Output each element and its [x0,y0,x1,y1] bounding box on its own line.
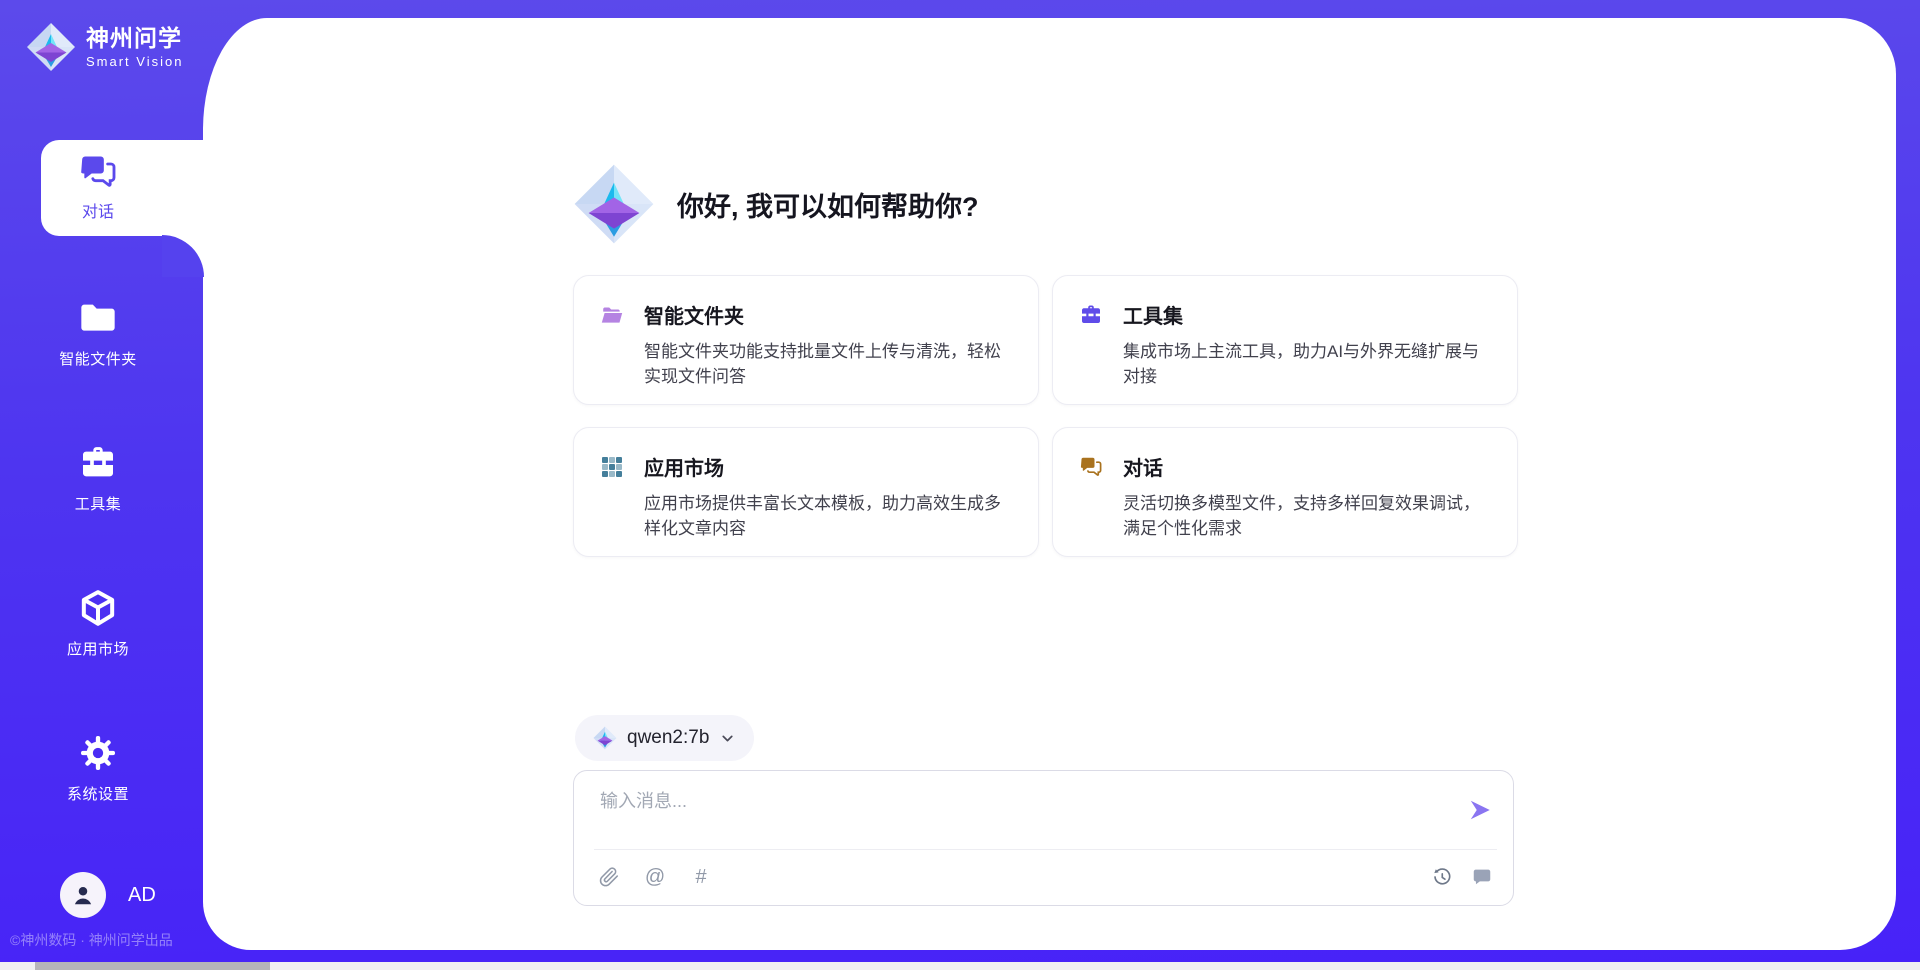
message-composer: @ # [573,770,1514,906]
person-icon [68,880,98,910]
send-icon [1467,797,1493,823]
card-title: 应用市场 [644,452,724,481]
hashtag-button[interactable]: # [690,866,712,888]
sidebar-item-toolset[interactable]: 工具集 [18,443,178,514]
chat-bubbles-icon [78,152,118,192]
history-button[interactable] [1431,866,1453,888]
user-account[interactable]: AD [60,872,156,918]
assistant-logo-icon [573,163,655,245]
brand-logo-icon [26,22,76,72]
sidebar-item-label: 工具集 [18,493,178,514]
feature-cards: 智能文件夹 智能文件夹功能支持批量文件上传与清洗，轻松实现文件问答 工具集 集成… [573,275,1518,557]
avatar [60,872,106,918]
attach-file-button[interactable] [598,866,620,888]
card-title: 工具集 [1123,300,1183,329]
greeting: 你好, 我可以如何帮助你? [573,163,979,245]
conversation-button[interactable] [1471,866,1493,888]
brand: 神州问学 Smart Vision [26,22,183,72]
card-chat[interactable]: 对话 灵活切换多模型文件，支持多样回复效果调试，满足个性化需求 [1052,427,1518,557]
tab-fillet [162,235,204,277]
folder-icon [78,298,118,338]
composer-actions: @ # [598,848,1493,905]
user-name: AD [128,884,156,907]
sidebar-item-smart-folder[interactable]: 智能文件夹 [18,298,178,369]
card-toolset[interactable]: 工具集 集成市场上主流工具，助力AI与外界无缝扩展与对接 [1052,275,1518,405]
history-icon [1431,866,1453,888]
app-shell: 神州问学 Smart Vision 你好, 我可以如何帮助你? 智能文件夹 智能… [0,0,1920,970]
mention-button[interactable]: @ [644,866,666,888]
sidebar-item-label: 智能文件夹 [18,348,178,369]
brand-name: 神州问学 [86,25,183,51]
horizontal-scrollbar[interactable] [0,962,1920,970]
greeting-title: 你好, 我可以如何帮助你? [677,185,979,224]
card-description: 集成市场上主流工具，助力AI与外界无缝扩展与对接 [1123,340,1491,389]
copyright-footer: ©神州数码 · 神州问学出品 [10,930,230,950]
scrollbar-thumb[interactable] [35,962,270,970]
brand-subtitle: Smart Vision [86,54,183,69]
message-input[interactable] [598,785,1422,841]
sidebar-item-chat[interactable]: 对话 [41,140,204,236]
card-description: 智能文件夹功能支持批量文件上传与清洗，轻松实现文件问答 [644,340,1012,389]
send-button[interactable] [1467,797,1493,823]
paperclip-icon [598,866,620,888]
model-name: qwen2:7b [627,727,709,749]
chat-bubbles-icon [1079,455,1103,479]
main-panel: 你好, 我可以如何帮助你? 智能文件夹 智能文件夹功能支持批量文件上传与清洗，轻… [203,18,1896,950]
card-app-market[interactable]: 应用市场 应用市场提供丰富长文本模板，助力高效生成多样化文章内容 [573,427,1039,557]
chevron-down-icon [719,730,736,747]
card-smart-folder[interactable]: 智能文件夹 智能文件夹功能支持批量文件上传与清洗，轻松实现文件问答 [573,275,1039,405]
gear-icon [78,733,118,773]
card-title: 智能文件夹 [644,300,744,329]
sidebar-item-label: 对话 [41,198,155,222]
sidebar-item-settings[interactable]: 系统设置 [18,733,178,804]
card-description: 应用市场提供丰富长文本模板，助力高效生成多样化文章内容 [644,492,1012,541]
sidebar-item-label: 系统设置 [18,783,178,804]
grid-icon [600,455,624,479]
model-selector[interactable]: qwen2:7b [575,715,754,761]
sidebar-item-label: 应用市场 [18,638,178,659]
card-description: 灵活切换多模型文件，支持多样回复效果调试，满足个性化需求 [1123,492,1491,541]
comment-icon [1471,866,1493,888]
toolbox-icon [1079,303,1103,327]
model-logo-icon [593,726,617,750]
cube-icon [78,588,118,628]
sidebar-item-app-market[interactable]: 应用市场 [18,588,178,659]
card-title: 对话 [1123,452,1163,481]
folder-open-icon [600,303,624,327]
toolbox-icon [78,443,118,483]
